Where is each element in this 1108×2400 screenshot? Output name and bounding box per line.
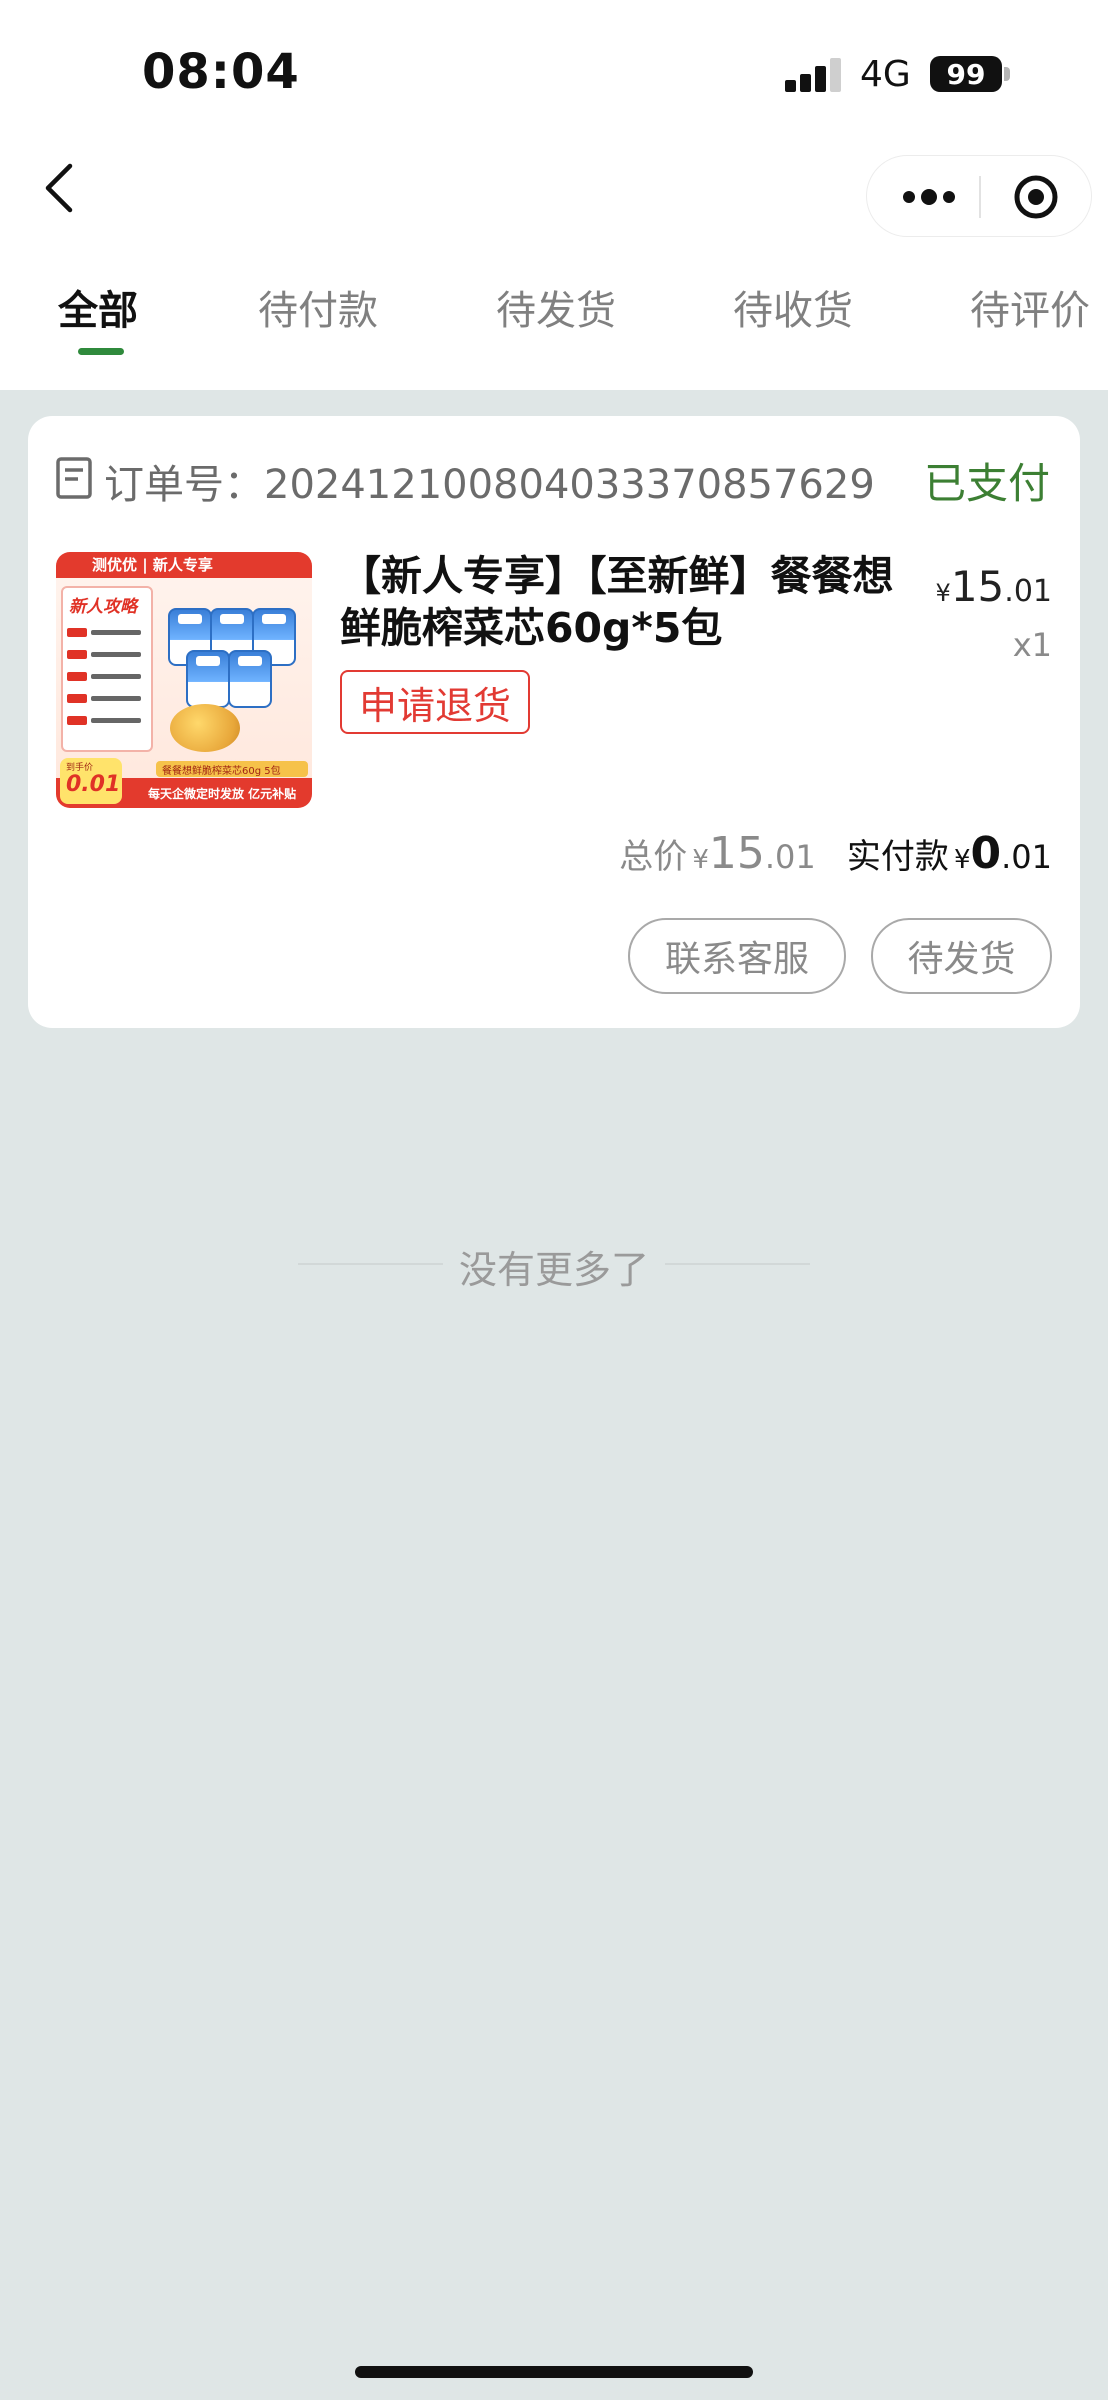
tab-pending-review[interactable]: 待评价 (970, 278, 1090, 336)
product-image-guide-title: 新人攻略 (69, 597, 137, 617)
unit-price-integer: 15 (950, 562, 1005, 611)
paid-amount-label: 实付款 (846, 837, 949, 877)
product-image-band-text: 餐餐想鲜脆榨菜芯60g 5包 (162, 766, 281, 777)
total-price-label: 总价 (619, 837, 688, 877)
more-button[interactable] (877, 166, 977, 228)
divider-line-right (665, 1263, 810, 1265)
order-number-value: 20241210080403337085762​9 (264, 462, 875, 508)
close-miniprogram-button[interactable] (983, 166, 1083, 228)
no-more-divider: 没有更多了 (0, 1235, 1108, 1295)
order-totals: 总价 ¥15.01 实付款 ¥0.01 (619, 828, 1052, 879)
no-more-text: 没有更多了 (458, 1248, 649, 1292)
total-price-currency: ¥ (692, 845, 709, 875)
chevron-left-icon (45, 163, 73, 213)
packet-image (228, 650, 272, 708)
request-refund-button[interactable]: 申请退货 (340, 670, 530, 734)
target-circle-icon (1014, 175, 1058, 219)
pending-shipment-button[interactable]: 待发货 (871, 918, 1052, 994)
product-image-price-tag: 到手价 0.01 (60, 758, 122, 804)
product-quantity: x1 (1012, 626, 1052, 664)
battery-cap (1004, 67, 1010, 81)
capsule-menu (866, 155, 1092, 237)
total-price-integer: 15 (708, 828, 765, 879)
pickle-image (170, 704, 240, 752)
capsule-divider (979, 176, 981, 218)
order-card[interactable]: 订单号：20241210080403337085762​9 已支付 测优优 | … (28, 416, 1080, 1028)
product-image-guide: 新人攻略 (61, 586, 153, 752)
unit-price-currency: ¥ (935, 579, 951, 607)
unit-price: ¥15.01 (936, 562, 1052, 611)
product-image[interactable]: 测优优 | 新人专享 新人攻略 餐餐想鲜脆榨菜芯60g 5包 每天企微定时发放 … (56, 552, 312, 808)
order-number: 订单号：20241210080403337085762​9 (104, 452, 875, 510)
order-status: 已支付 (923, 459, 1050, 508)
status-bar: 08:04 4G 99 (0, 0, 1108, 150)
paid-amount-integer: 0 (970, 828, 1002, 879)
paid-amount-currency: ¥ (953, 845, 971, 875)
tab-all[interactable]: 全部 (58, 278, 138, 336)
product-image-footer-text: 每天企微定时发放 亿元补贴 (148, 787, 297, 801)
battery-icon: 99 (930, 56, 1002, 92)
product-image-banner: 测优优 | 新人专享 (56, 552, 312, 578)
more-dots-icon (903, 189, 955, 205)
paid-amount-decimal: .01 (1001, 838, 1052, 876)
product-image-price-value: 0.01 (66, 772, 121, 797)
tab-pending-shipment[interactable]: 待发货 (496, 278, 616, 336)
order-number-label: 订单号： (104, 462, 264, 508)
product-image-banner-text: 测优优 | 新人专享 (92, 556, 213, 574)
tab-pending-payment[interactable]: 待付款 (258, 278, 378, 336)
back-button[interactable] (40, 158, 80, 218)
tab-pending-receipt[interactable]: 待收货 (733, 278, 853, 336)
order-document-icon (56, 457, 92, 499)
battery-level: 99 (946, 57, 986, 91)
signal-icon (785, 58, 843, 92)
tab-active-indicator (78, 348, 124, 355)
packet-image (186, 650, 230, 708)
home-indicator[interactable] (355, 2366, 753, 2378)
order-tabs: 全部 待付款 待发货 待收货 待评价 (0, 270, 1108, 360)
product-image-band: 餐餐想鲜脆榨菜芯60g 5包 (156, 761, 308, 777)
status-time: 08:04 (142, 44, 300, 100)
product-title[interactable]: 【新人专享】【至新鲜】餐餐想鲜脆榨菜芯60g*5包 (340, 550, 900, 654)
unit-price-decimal: .01 (1004, 574, 1052, 609)
network-label: 4G (860, 54, 911, 95)
contact-service-button[interactable]: 联系客服 (628, 918, 846, 994)
total-price-decimal: .01 (764, 838, 816, 876)
